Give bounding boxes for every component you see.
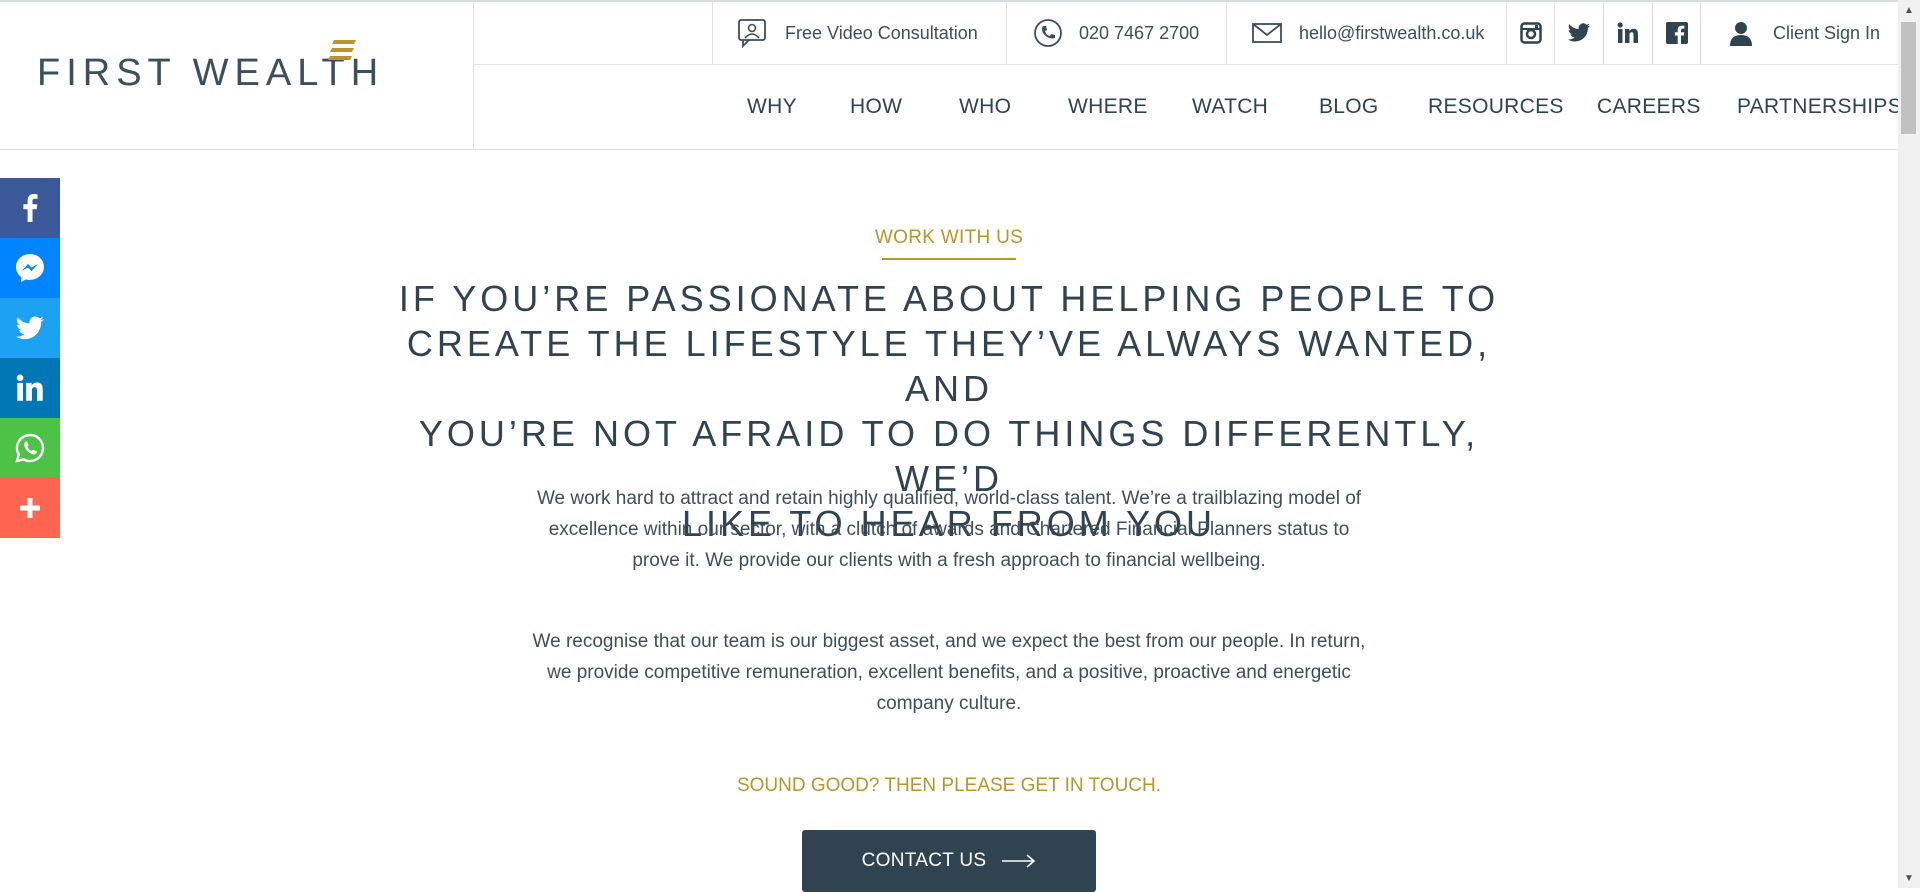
phone-label: 020 7467 2700 [1079, 22, 1200, 43]
plus-icon [20, 498, 40, 518]
nav-resources[interactable]: RESOURCES [1428, 95, 1564, 119]
logo-link[interactable]: FIRST WEALTH [0, 2, 474, 150]
nav-where[interactable]: WHERE [1068, 95, 1148, 119]
team-paragraph: We recognise that our team is our bigges… [470, 626, 1428, 719]
phone-icon [1034, 19, 1062, 47]
headline-line: IF YOU’RE PASSIONATE ABOUT HELPING PEOPL… [398, 278, 1500, 319]
whatsapp-icon [15, 433, 45, 463]
paragraph-line: company culture. [876, 693, 1022, 714]
scroll-down-arrow-icon[interactable]: ▼ [1898, 870, 1920, 888]
email-label: hello@firstwealth.co.uk [1299, 22, 1485, 43]
client-sign-in-label: Client Sign In [1773, 22, 1881, 43]
linkedin-link[interactable] [1603, 2, 1652, 64]
video-chat-icon [738, 19, 766, 48]
headline-line: CREATE THE LIFESTYLE THEY’VE ALWAYS WANT… [406, 323, 1492, 409]
scroll-up-arrow-icon[interactable]: ▲ [1898, 2, 1920, 20]
twitter-icon [16, 315, 44, 339]
nav-watch[interactable]: WATCH [1192, 95, 1268, 119]
envelope-icon [1252, 23, 1282, 43]
email-link[interactable]: hello@firstwealth.co.uk [1226, 2, 1506, 64]
twitter-link[interactable] [1554, 2, 1603, 64]
twitter-icon [1567, 23, 1590, 42]
main-navigation: WHY HOW WHO WHERE WATCH BLOG RESOURCES C… [474, 65, 1902, 150]
paragraph-line: we provide competitive remuneration, exc… [547, 662, 1351, 683]
nav-why[interactable]: WHY [747, 95, 797, 119]
share-linkedin-button[interactable] [0, 358, 60, 418]
eyebrow-underline [882, 258, 1016, 260]
phone-link[interactable]: 020 7467 2700 [1006, 2, 1226, 64]
arrow-right-icon [1002, 854, 1036, 868]
page-scrollbar[interactable]: ▲ ▼ [1898, 0, 1920, 888]
facebook-link[interactable] [1652, 2, 1700, 64]
nav-who[interactable]: WHO [959, 95, 1011, 119]
nav-blog[interactable]: BLOG [1319, 95, 1379, 119]
share-more-button[interactable] [0, 478, 60, 538]
contact-us-label: CONTACT US [861, 850, 987, 871]
scrollbar-thumb[interactable] [1901, 22, 1916, 134]
linkedin-icon [16, 374, 43, 401]
paragraph-line: We recognise that our team is our bigges… [532, 631, 1366, 652]
logo-stripes-icon [328, 40, 356, 60]
section-eyebrow: WORK WITH US [874, 227, 1024, 248]
paragraph-line: excellence within our sector, with a clu… [548, 519, 1350, 540]
share-whatsapp-button[interactable] [0, 418, 60, 478]
share-twitter-button[interactable] [0, 298, 60, 358]
client-sign-in-link[interactable]: Client Sign In [1700, 2, 1898, 64]
instagram-link[interactable] [1506, 2, 1554, 64]
nav-partnerships[interactable]: PARTNERSHIPS [1737, 95, 1902, 119]
call-to-action-text: SOUND GOOD? THEN PLEASE GET IN TOUCH. [736, 775, 1162, 796]
messenger-icon [16, 254, 44, 282]
user-icon [1730, 22, 1752, 46]
nav-careers[interactable]: CAREERS [1597, 95, 1701, 119]
facebook-icon [23, 194, 38, 222]
video-consultation-label: Free Video Consultation [785, 22, 978, 43]
intro-paragraph: We work hard to attract and retain highl… [470, 483, 1428, 576]
nav-how[interactable]: HOW [850, 95, 902, 119]
linkedin-icon [1617, 22, 1638, 43]
paragraph-line: prove it. We provide our clients with a … [632, 550, 1266, 571]
video-consultation-link[interactable]: Free Video Consultation [712, 2, 1006, 64]
instagram-icon [1519, 22, 1542, 44]
facebook-icon [1665, 22, 1688, 44]
paragraph-line: We work hard to attract and retain highl… [536, 488, 1362, 509]
contact-us-button[interactable]: CONTACT US [802, 830, 1096, 892]
utility-bar: Free Video Consultation 020 7467 2700 he… [474, 2, 1898, 65]
site-header: FIRST WEALTH Free Video Consultation 020… [0, 0, 1902, 150]
